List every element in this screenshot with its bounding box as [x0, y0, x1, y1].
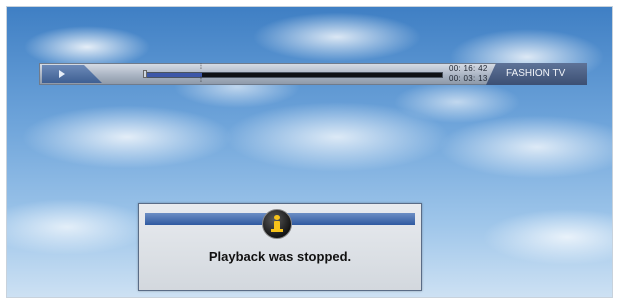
elapsed-time: 00: 16: 42	[449, 64, 488, 73]
progress-marker-top: ⁞	[200, 64, 202, 71]
progress-start-marker	[143, 70, 147, 78]
dialog-message: Playback was stopped.	[208, 249, 352, 264]
progress-track[interactable]	[143, 70, 443, 78]
info-icon	[262, 209, 292, 239]
info-icon-dot	[274, 215, 280, 220]
total-time: 00: 03: 13	[449, 74, 488, 83]
channel-badge: FASHION TV	[486, 63, 587, 85]
progress-fill	[146, 73, 203, 77]
playback-stopped-dialog: Playback was stopped.	[138, 203, 422, 291]
channel-name: FASHION TV	[506, 68, 566, 79]
playback-bar: ⁞ ⁞ 00: 16: 42 00: 03: 13 FASHION TV	[39, 63, 587, 85]
info-icon-base	[271, 229, 283, 232]
progress-marker-bottom: ⁞	[200, 77, 202, 84]
play-icon	[59, 70, 65, 78]
video-background: ⁞ ⁞ 00: 16: 42 00: 03: 13 FASHION TV Pla…	[6, 6, 613, 298]
